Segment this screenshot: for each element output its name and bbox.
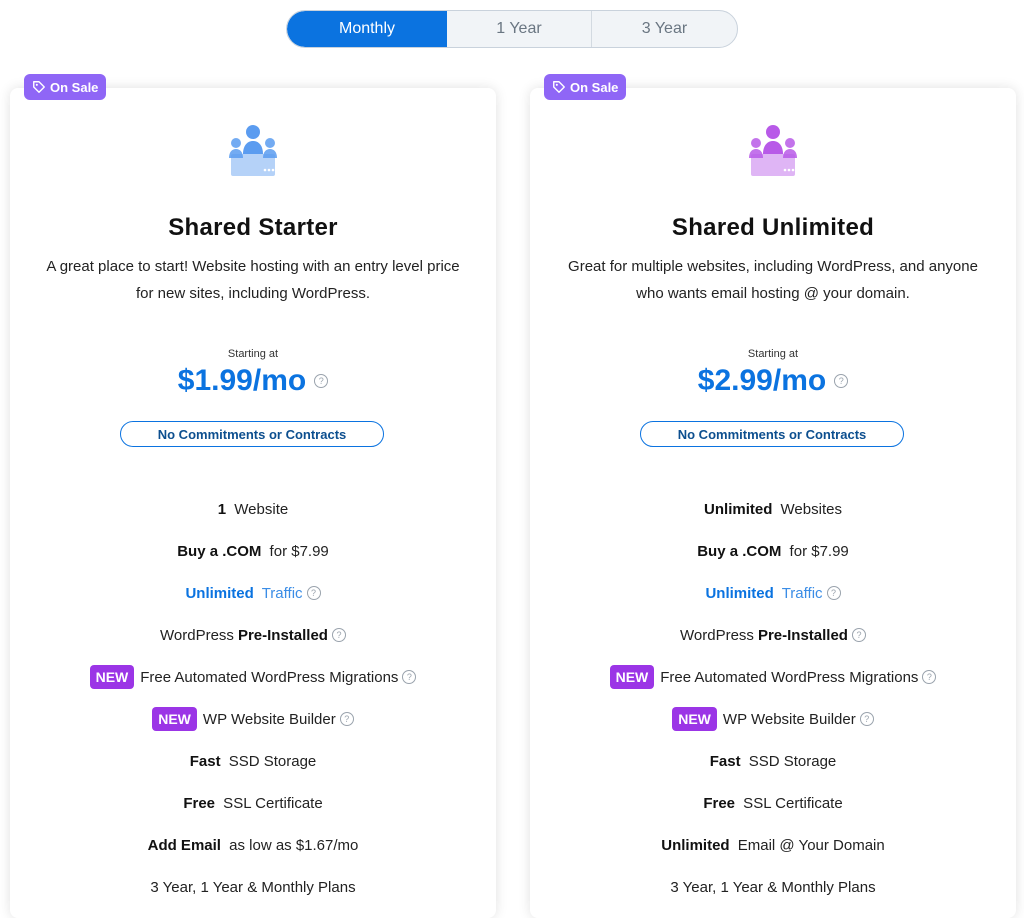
on-sale-label: On Sale (50, 79, 99, 95)
feature-highlight: Unlimited (705, 584, 774, 602)
feature-help-icon[interactable]: ? (859, 712, 874, 726)
feature-text: 3 Year, 1 Year & Monthly Plans (670, 878, 876, 896)
feature-text: WP Website Builder (202, 710, 336, 728)
feature-item: Buy a .COM for $7.99 (10, 530, 496, 572)
feature-help-icon[interactable]: ? (402, 670, 417, 684)
team-server-icon (229, 125, 277, 176)
feature-highlight: Fast (709, 752, 741, 770)
feature-text: SSL Certificate (739, 794, 843, 812)
feature-item: Free SSL Certificate (10, 782, 496, 824)
feature-text: Websites (776, 500, 842, 518)
on-sale-label: On Sale (570, 79, 619, 95)
feature-text: as low as $1.67/mo (224, 836, 359, 854)
feature-highlight: Unlimited (661, 836, 730, 854)
feature-text: for $7.99 (265, 542, 329, 560)
feature-text: 3 Year, 1 Year & Monthly Plans (150, 878, 356, 896)
feature-text: SSL Certificate (219, 794, 323, 812)
feature-text: Traffic (257, 584, 303, 602)
new-badge: NEW (672, 707, 717, 731)
price-help-icon[interactable]: ? (314, 374, 329, 388)
plan-price: $2.99/mo (697, 364, 827, 397)
starting-at-label: Starting at (227, 348, 279, 360)
toggle-3-year[interactable]: 3 Year (592, 11, 737, 47)
feature-highlight: Pre-Installed (237, 626, 328, 644)
feature-text: for $7.99 (785, 542, 849, 560)
feature-highlight: Unlimited (704, 500, 773, 518)
feature-prefix: WordPress (680, 626, 754, 644)
feature-highlight: Buy a .COM (177, 542, 262, 560)
tag-icon (553, 81, 565, 93)
plan-price: $1.99/mo (177, 364, 307, 397)
feature-item: Fast SSD Storage (10, 740, 496, 782)
feature-item: Unlimited Email @ Your Domain (530, 824, 1016, 866)
feature-prefix: WordPress (160, 626, 234, 644)
feature-highlight: Unlimited (185, 584, 254, 602)
feature-list: 1 Website Buy a .COM for $7.99 Unlimited T… (10, 488, 496, 908)
team-server-icon (749, 125, 797, 176)
feature-item: WordPress Pre-Installed? (530, 614, 1016, 656)
feature-help-icon[interactable]: ? (851, 628, 866, 642)
feature-text: SSD Storage (224, 752, 317, 770)
new-badge: NEW (89, 665, 135, 689)
feature-highlight: Free (703, 794, 736, 812)
plan-title: Shared Unlimited (671, 214, 875, 241)
plan-title: Shared Starter (168, 214, 338, 241)
feature-help-icon[interactable]: ? (331, 628, 346, 642)
feature-text: Free Automated WordPress Migrations (140, 668, 399, 686)
feature-item: NEW Free Automated WordPress Migrations? (530, 656, 1016, 698)
feature-text: SSD Storage (744, 752, 837, 770)
feature-item: Unlimited Traffic? (530, 572, 1016, 614)
new-badge: NEW (609, 665, 655, 689)
feature-highlight: Fast (189, 752, 221, 770)
plan-card: On Sale Shared Starter A great place to st… (10, 74, 496, 918)
feature-item: Unlimited Websites (530, 488, 1016, 530)
feature-help-icon[interactable]: ? (922, 670, 937, 684)
feature-highlight: Pre-Installed (757, 626, 848, 644)
plan-card: On Sale Shared Unlimited Great for multipl… (530, 74, 1016, 918)
feature-help-icon[interactable]: ? (826, 586, 841, 600)
feature-item: WordPress Pre-Installed? (10, 614, 496, 656)
feature-item: 3 Year, 1 Year & Monthly Plans (530, 866, 1016, 908)
feature-item: Unlimited Traffic? (10, 572, 496, 614)
feature-text: Website (230, 500, 289, 518)
feature-help-icon[interactable]: ? (306, 586, 321, 600)
starting-at-label: Starting at (747, 348, 799, 360)
feature-highlight: Add Email (147, 836, 221, 854)
feature-text: Free Automated WordPress Migrations (660, 668, 919, 686)
feature-item: Buy a .COM for $7.99 (530, 530, 1016, 572)
feature-highlight: Free (183, 794, 216, 812)
feature-item: NEW Free Automated WordPress Migrations? (10, 656, 496, 698)
plan-icon (530, 120, 1016, 184)
feature-highlight: 1 (217, 500, 227, 518)
toggle-1-year[interactable]: 1 Year (447, 11, 592, 47)
feature-highlight: Buy a .COM (697, 542, 782, 560)
feature-item: 3 Year, 1 Year & Monthly Plans (10, 866, 496, 908)
no-commitments-button[interactable]: No Commitments or Contracts (120, 421, 384, 447)
price-help-icon[interactable]: ? (834, 374, 849, 388)
feature-help-icon[interactable]: ? (339, 712, 354, 726)
no-commitments-button[interactable]: No Commitments or Contracts (640, 421, 904, 447)
feature-item: 1 Website (10, 488, 496, 530)
plan-description: A great place to start! Website hosting … (46, 258, 460, 302)
plan-icon (10, 120, 496, 184)
feature-item: Add Email as low as $1.67/mo (10, 824, 496, 866)
feature-text: Email @ Your Domain (733, 836, 885, 854)
on-sale-badge: On Sale (24, 74, 107, 100)
tag-icon (33, 81, 45, 93)
feature-item: Free SSL Certificate (530, 782, 1016, 824)
feature-item: NEW WP Website Builder? (10, 698, 496, 740)
feature-item: Fast SSD Storage (530, 740, 1016, 782)
feature-text: Traffic (777, 584, 823, 602)
plan-description: Great for multiple websites, including W… (568, 258, 978, 302)
new-badge: NEW (152, 707, 197, 731)
feature-list: Unlimited Websites Buy a .COM for $7.99 Un… (530, 488, 1016, 908)
feature-text: WP Website Builder (722, 710, 856, 728)
on-sale-badge: On Sale (544, 74, 627, 100)
feature-item: NEW WP Website Builder? (530, 698, 1016, 740)
billing-period-toggle: Monthly 1 Year 3 Year (286, 10, 738, 48)
toggle-monthly[interactable]: Monthly (287, 11, 447, 47)
